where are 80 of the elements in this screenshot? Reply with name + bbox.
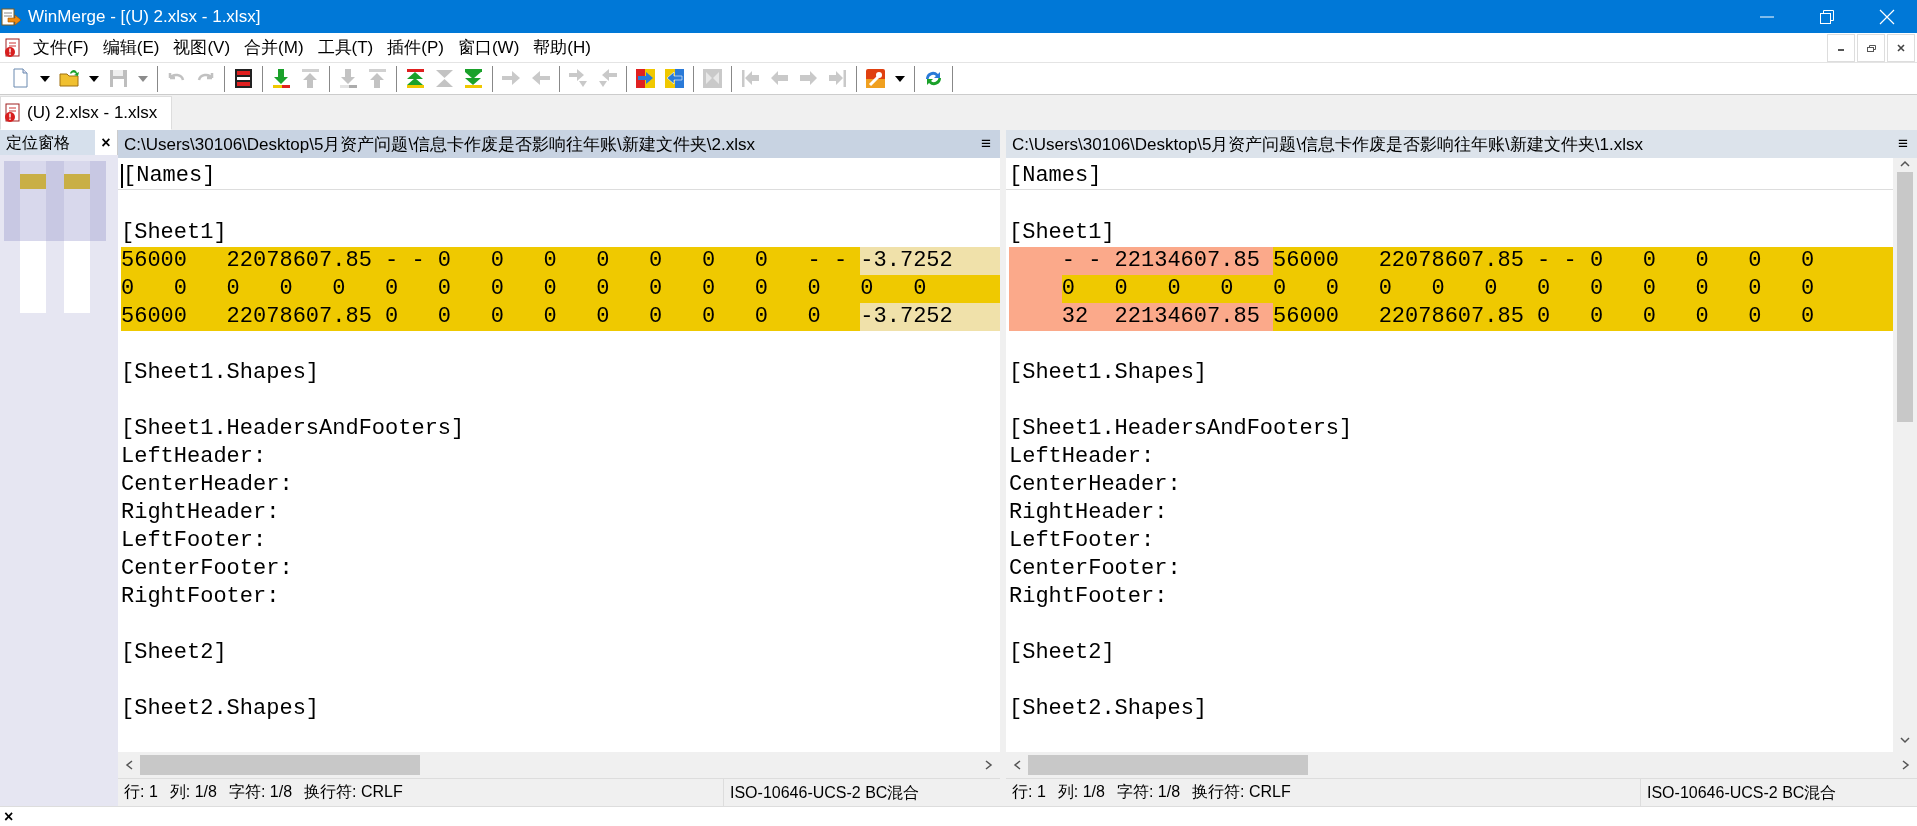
- diff-text: 0 0 0 0 0 0 0 0 0 0 0 0 0 0 0 0: [121, 275, 1000, 303]
- scrollbar-thumb[interactable]: [1028, 755, 1308, 775]
- restore-icon[interactable]: [1819, 8, 1835, 25]
- scroll-left-icon[interactable]: [124, 759, 134, 771]
- diff-text: - - 22134607.85: [1061, 247, 1274, 275]
- menu-item[interactable]: 工具(T): [310, 34, 381, 61]
- code-line: RightHeader:: [121, 499, 280, 527]
- scrollbar-thumb[interactable]: [1897, 172, 1913, 422]
- code-line: [Names]: [1009, 162, 1102, 189]
- code-line: RightHeader:: [1009, 499, 1168, 527]
- status-text: 字符: 1/8: [1116, 782, 1181, 802]
- pane-menu-button[interactable]: ≡: [1889, 134, 1917, 154]
- copy-right-icon[interactable]: [634, 67, 657, 90]
- diff-text: 56000 22078607.85 - - 0 0 0 0 0 0 0 - -: [121, 247, 861, 275]
- code-line: LeftFooter:: [1009, 527, 1155, 555]
- close-icon[interactable]: [1879, 8, 1895, 25]
- diff-text: -3.7252: [860, 303, 1000, 331]
- scroll-left-icon[interactable]: [1012, 759, 1022, 771]
- diff-text: 32 22134607.85: [1061, 303, 1274, 331]
- code-line: LeftFooter:: [121, 527, 267, 555]
- window-title: WinMerge - [(U) 2.xlsx - 1.xlsx]: [28, 6, 262, 27]
- pane-menu-button[interactable]: ≡: [972, 134, 1000, 154]
- diff-text: 56000 22078607.85 - - 0 0 0 0 0: [1273, 247, 1893, 275]
- status-text: 换行符: CRLF: [1192, 782, 1291, 802]
- scroll-right-icon[interactable]: [1901, 759, 1911, 771]
- menu-item[interactable]: 编辑(E): [95, 34, 167, 61]
- close-icon[interactable]: [1895, 41, 1907, 54]
- menu-item[interactable]: 合并(M): [237, 34, 311, 61]
- code-line: RightFooter:: [121, 583, 280, 611]
- menu-item[interactable]: 窗口(W): [450, 34, 527, 61]
- code-line: CenterFooter:: [121, 555, 293, 583]
- double-down-arrow-icon[interactable]: [462, 67, 485, 90]
- status-text: 列: 1/8: [1057, 782, 1105, 802]
- diff-text: 56000 22078607.85 0 0 0 0 0 0: [1273, 303, 1893, 331]
- code-line: [Sheet2]: [1009, 639, 1115, 667]
- code-line: [Sheet1.Shapes]: [121, 359, 320, 387]
- code-line: [Names]: [123, 162, 216, 189]
- close-button[interactable]: ×: [0, 807, 14, 826]
- code-line: RightFooter:: [1009, 583, 1168, 611]
- double-up-arrow-icon[interactable]: [404, 67, 427, 90]
- code-line: [Sheet1.Shapes]: [1009, 359, 1208, 387]
- code-line: LeftHeader:: [121, 443, 267, 471]
- code-line: [Sheet1]: [1009, 219, 1115, 247]
- close-button[interactable]: ×: [95, 133, 117, 152]
- wrench-icon[interactable]: [864, 67, 887, 90]
- copy-left-icon[interactable]: [663, 67, 686, 90]
- code-line: [Sheet2]: [121, 639, 227, 667]
- status-text: 行: 1: [124, 782, 158, 802]
- code-line: LeftHeader:: [1009, 443, 1155, 471]
- file-path: C:\Users\30106\Desktop\5月资产问题\信息卡作废是否影响往年账\新建文件夹\1.xlsx: [1012, 133, 1644, 156]
- pane-title: 定位窗格: [0, 130, 95, 155]
- code-line: [Sheet1.HeadersAndFooters]: [1009, 415, 1353, 443]
- diff-text: 56000 22078607.85 0 0 0 0 0 0 0 0 0: [121, 303, 861, 331]
- document-icon: [3, 37, 23, 58]
- menu-item[interactable]: 插件(P): [380, 34, 451, 61]
- diff-text: -3.7252: [860, 247, 1000, 275]
- code-line: [Sheet2.Shapes]: [121, 695, 320, 723]
- menu-item[interactable]: 文件(F): [26, 34, 96, 61]
- menu-item[interactable]: 帮助(H): [526, 34, 598, 61]
- scrollbar-thumb[interactable]: [140, 755, 420, 775]
- code-line: [Sheet1.HeadersAndFooters]: [121, 415, 465, 443]
- code-line: [Sheet1]: [121, 219, 227, 247]
- menu-item[interactable]: 视图(V): [166, 34, 238, 61]
- status-text: 列: 1/8: [169, 782, 217, 802]
- status-text: 字符: 1/8: [228, 782, 293, 802]
- status-text: 换行符: CRLF: [304, 782, 403, 802]
- status-text: 行: 1: [1012, 782, 1046, 802]
- scroll-right-icon[interactable]: [984, 759, 994, 771]
- document-tab[interactable]: (U) 2.xlsx - 1.xlsx: [0, 96, 173, 130]
- diff-text: 0 0 0 0 0 0 0 0 0 0 0 0 0 0 0: [1061, 275, 1893, 303]
- code-line: CenterHeader:: [121, 471, 293, 499]
- app-icon: [0, 5, 22, 28]
- document-icon: [3, 103, 23, 123]
- code-line: CenterHeader:: [1009, 471, 1181, 499]
- table-icon[interactable]: [232, 67, 255, 90]
- code-line: [Sheet2.Shapes]: [1009, 695, 1208, 723]
- text-caret: [121, 164, 123, 188]
- code-line: CenterFooter:: [1009, 555, 1181, 583]
- down-arrow-icon[interactable]: [270, 67, 293, 90]
- file-path: C:\Users\30106\Desktop\5月资产问题\信息卡作废是否影响往年账\新建文件夹\2.xlsx: [124, 133, 756, 156]
